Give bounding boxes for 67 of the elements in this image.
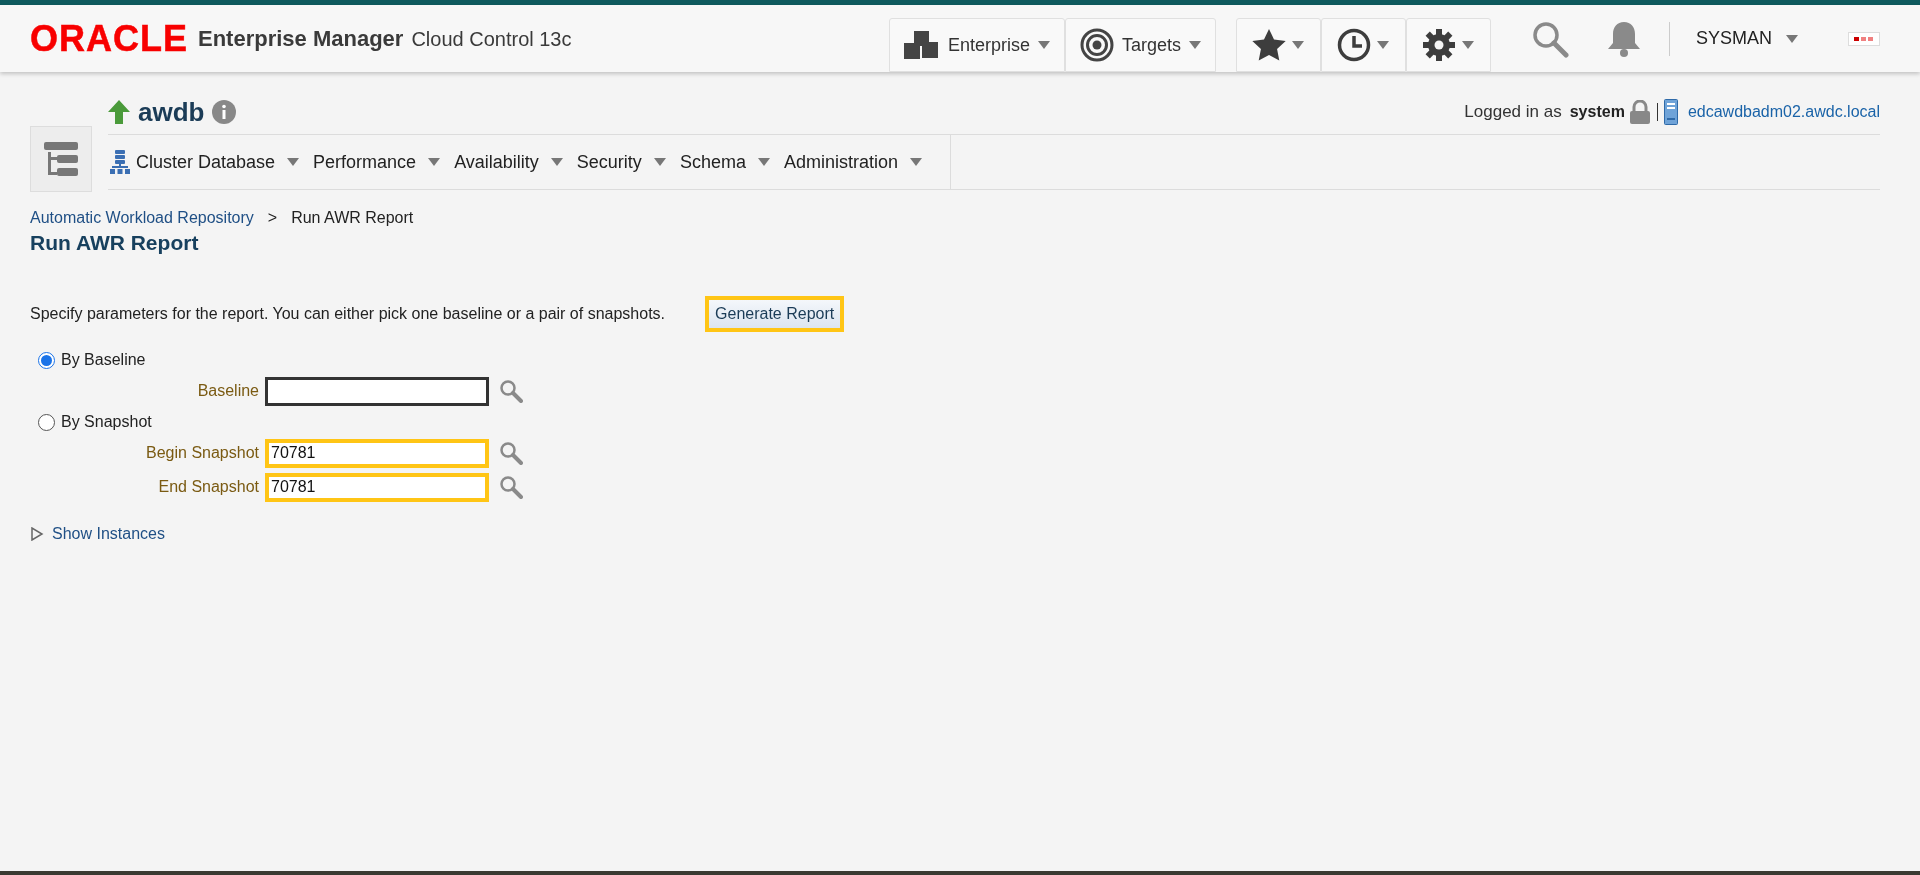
product-name: Enterprise Manager [198,25,404,53]
target-menu[interactable]: Schema [679,148,770,176]
tree-toggle[interactable] [30,126,92,192]
header-menu[interactable]: Enterprise [888,18,1065,72]
caret-icon [653,158,666,166]
cluster-database-icon [110,150,130,174]
breadcrumb-link[interactable]: Automatic Workload Repository [30,206,254,230]
server-icon [1663,99,1678,125]
lock-icon [1628,100,1651,124]
status-up-icon [108,100,130,124]
input-field[interactable]: 70781 [265,438,489,468]
caret-icon [757,158,770,166]
target-menu[interactable]: Performance [313,148,441,176]
breadcrumb-separator: > [267,208,278,228]
field-label: Baseline [196,381,260,402]
edition-name: Cloud Control 13c [411,26,572,52]
search-icon[interactable] [499,475,523,500]
generate-report-button[interactable]: Generate Report [705,296,845,333]
radio-button[interactable] [38,351,55,369]
toolbar-menu[interactable] [1405,18,1491,72]
caret-icon [1292,41,1305,49]
instructions-text: Specify parameters for the report. You can either pick one baseline or a pair of snapshots. [30,304,666,325]
radio-label: By Baseline [61,350,146,371]
tree-icon [42,140,80,178]
toolbar-menu[interactable] [1235,18,1321,72]
field-label: Begin Snapshot [145,443,260,464]
search-icon[interactable] [499,379,523,404]
target-name: awdb [138,95,205,129]
logo: ORACLE [30,20,188,57]
show-instances-toggle[interactable]: Show Instances [30,522,1920,547]
target-menu[interactable]: Availability [454,148,563,176]
target-menu[interactable]: Administration [783,148,922,176]
caret-icon [428,158,441,166]
caret-icon [1786,34,1798,43]
gear-icon [1422,28,1457,62]
search-icon[interactable] [1530,19,1569,58]
input-field[interactable] [265,376,489,406]
caret-icon [909,158,922,166]
caret-icon [1037,41,1050,49]
search-icon[interactable] [499,441,523,466]
header-menu[interactable]: Targets [1064,18,1216,72]
field-label: End Snapshot [157,477,260,498]
logged-in-user: system [1569,102,1625,122]
toolbar-menu[interactable] [1320,18,1406,72]
logged-in-label: Logged in as [1464,101,1562,124]
breadcrumb-current: Run AWR Report [291,208,414,228]
caret-icon [1377,41,1390,49]
clock-icon [1337,28,1372,62]
target-menu[interactable]: Cluster Database [136,148,300,176]
info-icon[interactable] [212,100,237,124]
target-menu[interactable]: Security [576,148,666,176]
page-title: Run AWR Report [30,230,200,256]
star-icon [1252,29,1287,61]
input-field[interactable]: 70781 [265,472,489,502]
caret-icon [1462,41,1475,49]
target-icon [1079,28,1114,62]
bell-icon[interactable] [1606,19,1641,58]
blocks-icon [903,29,940,61]
radio-button[interactable] [38,413,55,431]
flag-icon [1848,31,1880,46]
radio-label: By Snapshot [61,412,152,433]
caret-icon [287,158,300,166]
host-link[interactable]: edcawdbadm02.awdc.local [1687,100,1880,124]
caret-icon [1188,41,1201,49]
caret-icon [550,158,563,166]
user-menu[interactable]: SYSMAN [1695,25,1798,52]
disclosure-icon [30,527,44,542]
